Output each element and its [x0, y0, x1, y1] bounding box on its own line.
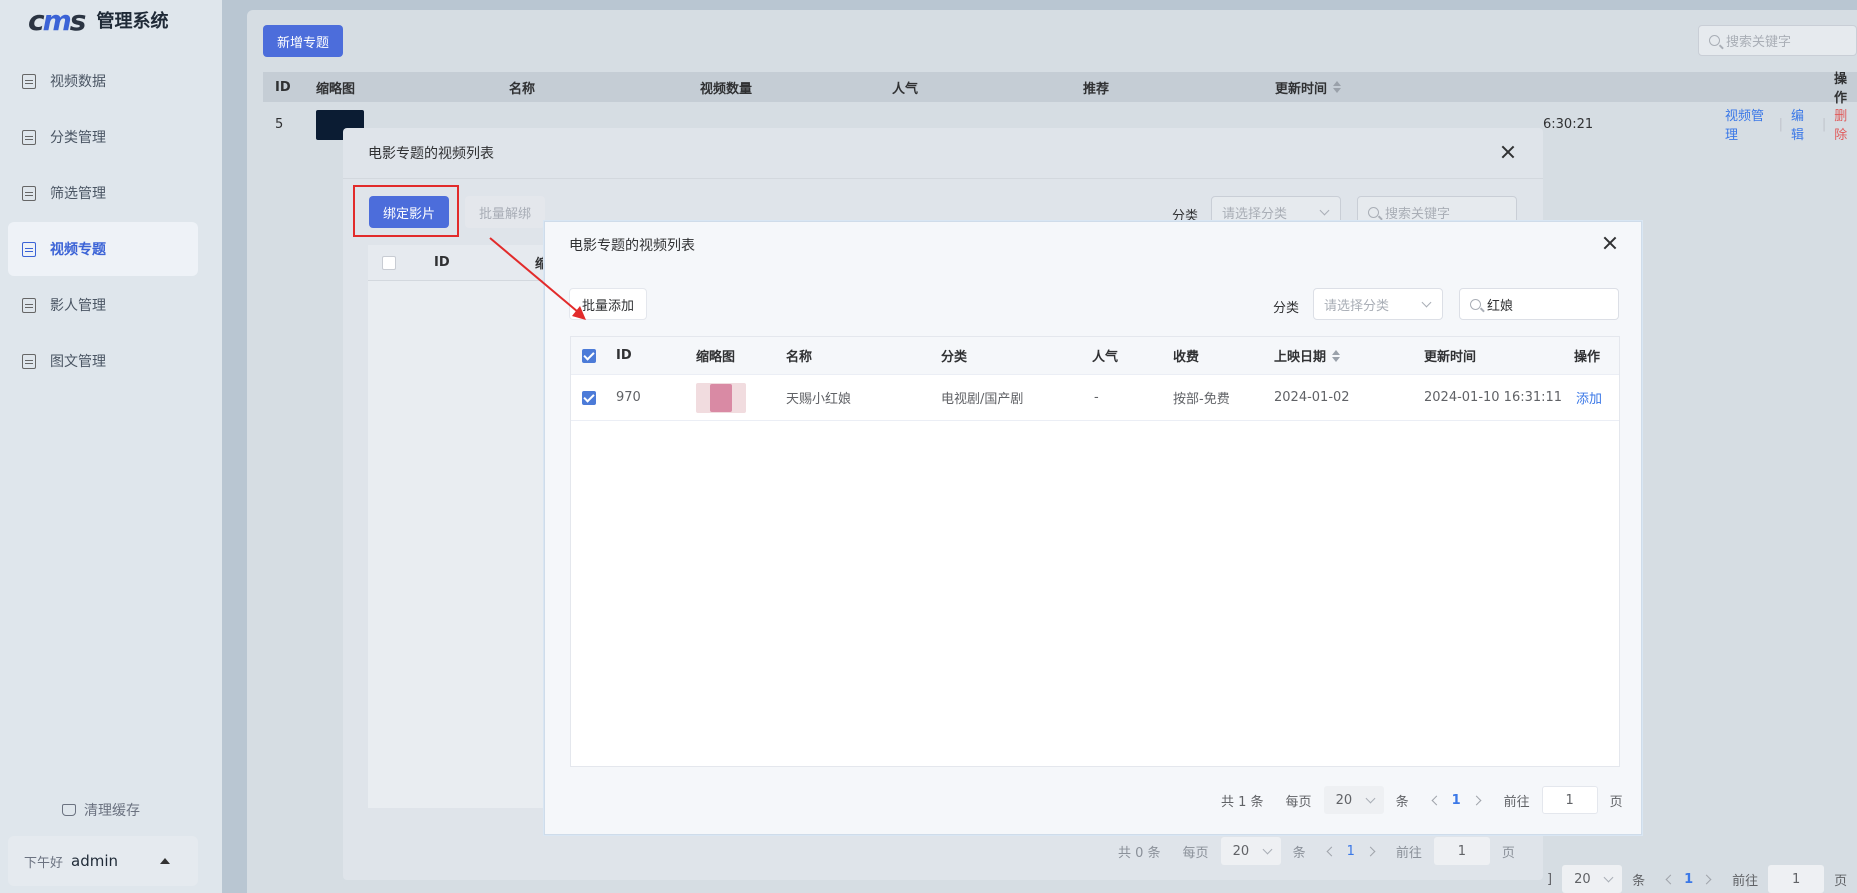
- annotation-arrow-line: [489, 237, 579, 313]
- annotation-arrow: [489, 237, 586, 320]
